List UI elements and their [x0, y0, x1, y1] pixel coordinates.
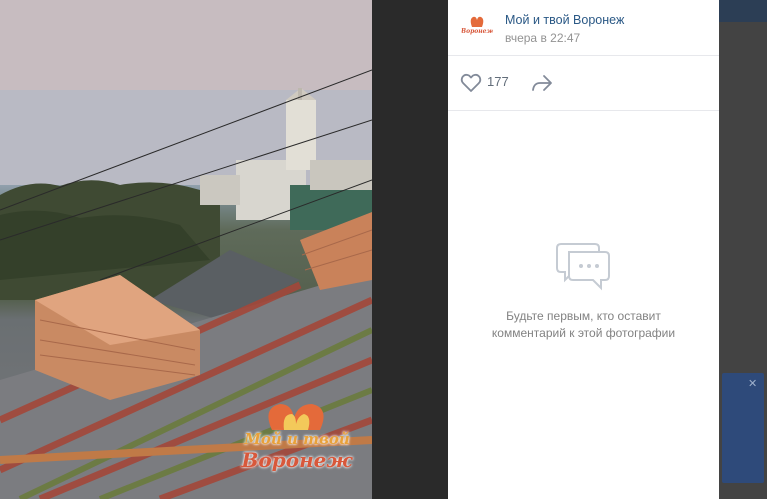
- close-icon[interactable]: ✕: [748, 379, 758, 390]
- empty-comments-text: Будьте первым, кто оставит комментарий к…: [468, 308, 699, 342]
- like-count[interactable]: 177: [487, 74, 509, 89]
- empty-comments-line1: Будьте первым, кто оставит: [506, 309, 661, 323]
- empty-comments-line2: комментарий к этой фотографии: [491, 326, 676, 340]
- share-arrow-icon[interactable]: [530, 73, 554, 93]
- viewer-gap: [372, 0, 448, 499]
- photo-info-panel: Воронеж Мой и твой Воронеж вчера в 22:47…: [448, 0, 719, 499]
- avatar-text: Воронеж: [461, 28, 493, 35]
- post-header: Воронеж Мой и твой Воронеж вчера в 22:47: [448, 0, 719, 56]
- watermark-heart-icon: [268, 404, 324, 430]
- watermark-line2: Воронеж: [241, 448, 353, 472]
- chat-bubble-icon: [556, 243, 610, 291]
- photo-viewer-image[interactable]: Мой и твой Воронеж: [0, 0, 372, 499]
- heart-outline-icon[interactable]: [460, 73, 482, 93]
- watermark-logo: Мой и твой Воронеж: [232, 400, 362, 478]
- comments-empty-state: Будьте первым, кто оставит комментарий к…: [448, 110, 719, 499]
- group-avatar[interactable]: Воронеж: [461, 12, 493, 44]
- post-actions: 177: [448, 56, 719, 111]
- post-time[interactable]: вчера в 22:47: [505, 31, 580, 45]
- group-name-link[interactable]: Мой и твой Воронеж: [505, 13, 624, 27]
- avatar-heart-icon: [470, 16, 484, 27]
- background-ad-tile: ✕: [722, 373, 764, 483]
- watermark-line1: Мой и твой: [244, 430, 350, 448]
